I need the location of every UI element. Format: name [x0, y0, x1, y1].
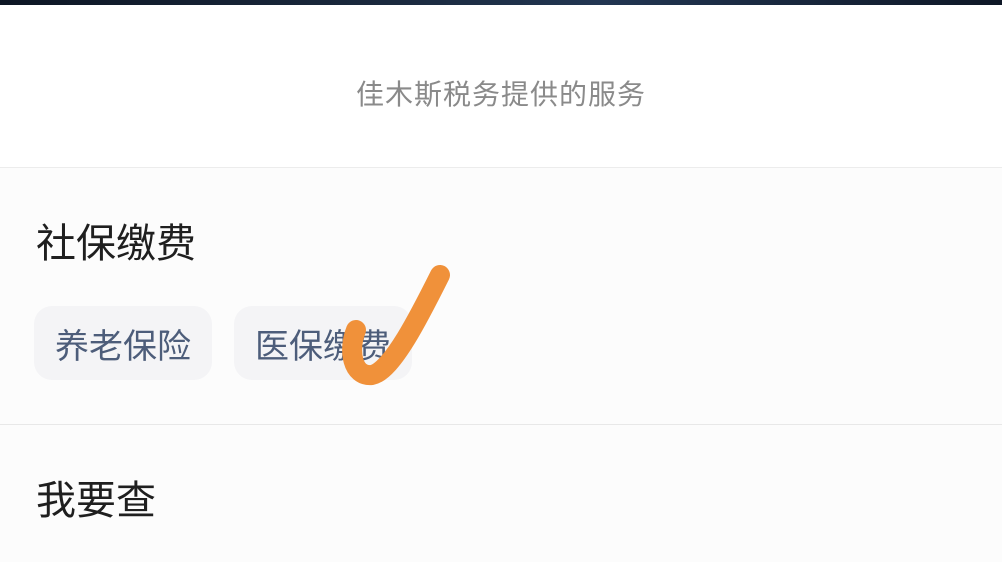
pension-insurance-button[interactable]: 养老保险 — [34, 306, 212, 380]
provider-text: 佳木斯税务提供的服务 — [355, 78, 646, 111]
social-security-chip-row: 养老保险 医保缴费 — [34, 306, 412, 380]
social-security-title: 社保缴费 — [36, 221, 196, 267]
medical-insurance-payment-button[interactable]: 医保缴费 — [234, 306, 412, 380]
query-title[interactable]: 我要查 — [36, 475, 156, 527]
query-section: 我要查 — [0, 425, 1002, 562]
social-security-section: 社保缴费 养老保险 医保缴费 — [0, 168, 1002, 425]
provider-header: 佳木斯税务提供的服务 — [0, 5, 1002, 168]
